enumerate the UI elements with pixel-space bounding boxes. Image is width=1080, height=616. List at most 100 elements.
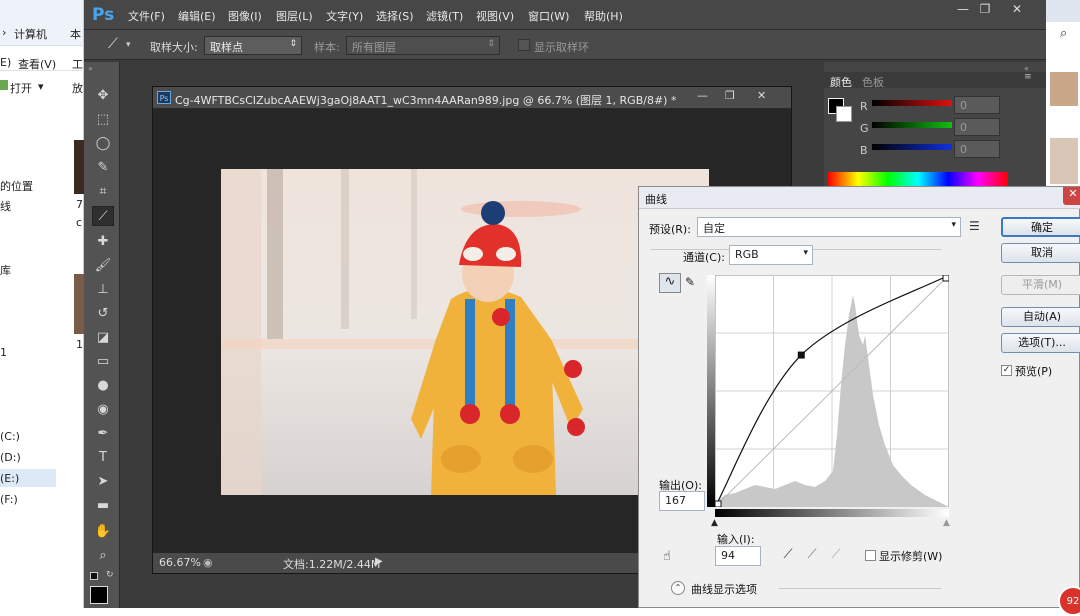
default-colors-icon[interactable]	[90, 572, 98, 580]
channel-r-input[interactable]: 0	[954, 96, 1000, 114]
cancel-button[interactable]: 取消	[1001, 243, 1080, 263]
gray-eyedropper-icon[interactable]: ⟋	[803, 547, 821, 565]
input-input[interactable]: 94	[715, 546, 761, 566]
channel-b-input[interactable]: 0	[954, 140, 1000, 158]
preset-options-icon[interactable]: ☰	[969, 219, 980, 233]
menu-view[interactable]: 视图(V)	[476, 8, 514, 24]
curve-control-point[interactable]	[797, 351, 805, 359]
channel-g-slider[interactable]	[872, 122, 952, 128]
menu-filter[interactable]: 滤镜(T)	[426, 8, 463, 24]
color-spectrum[interactable]	[828, 172, 1008, 186]
foreground-color-swatch[interactable]	[90, 586, 108, 604]
breadcrumb-computer[interactable]: 计算机	[14, 26, 47, 42]
drive-c[interactable]: (C:)	[0, 430, 20, 443]
curves-graph[interactable]	[715, 275, 949, 507]
auto-button[interactable]: 自动(A)	[1001, 307, 1080, 327]
menu-select[interactable]: 选择(S)	[376, 8, 414, 24]
chevron-down-icon[interactable]: ▾	[126, 40, 131, 50]
healing-tool-icon[interactable]: ✚	[92, 232, 114, 252]
thumbnail[interactable]	[74, 140, 84, 194]
tab-swatches[interactable]: 色板	[862, 74, 884, 90]
pen-tool-icon[interactable]: ✒	[92, 424, 114, 444]
bg-color-swatch[interactable]	[836, 106, 852, 122]
shape-tool-icon[interactable]: ▬	[92, 496, 114, 516]
show-ring-checkbox[interactable]	[518, 39, 530, 51]
channel-g-input[interactable]: 0	[954, 118, 1000, 136]
swap-colors-icon[interactable]: ↻	[106, 570, 114, 580]
white-point-slider-icon[interactable]: ▲	[943, 518, 950, 528]
hand-tool-icon[interactable]: ✋	[92, 522, 114, 542]
collapse-icon[interactable]: »	[88, 64, 93, 73]
nav-item-recent[interactable]: 的位置	[0, 178, 33, 194]
eraser-tool-icon[interactable]: ◪	[92, 328, 114, 348]
type-tool-icon[interactable]: T	[92, 448, 114, 468]
open-button[interactable]: 打开	[10, 80, 32, 96]
menu-image[interactable]: 图像(I)	[228, 8, 262, 24]
menu-edit[interactable]: E)	[0, 56, 11, 69]
doc-minimize-button[interactable]: —	[697, 89, 708, 102]
menu-layer[interactable]: 图层(L)	[276, 8, 313, 24]
sample-select[interactable]: 所有图层 ⇕	[346, 36, 500, 55]
output-input[interactable]: 167	[659, 491, 705, 511]
breadcrumb-local[interactable]: 本	[70, 26, 81, 42]
curve-point-tool-icon[interactable]: ∿	[659, 273, 681, 293]
quick-select-tool-icon[interactable]: ✎	[92, 158, 114, 178]
smooth-button[interactable]: 平滑(M)	[1001, 275, 1080, 295]
history-brush-icon[interactable]: ↺	[92, 304, 114, 324]
curve-control-point[interactable]	[942, 275, 949, 282]
stamp-tool-icon[interactable]: ⊥	[92, 280, 114, 300]
status-info-icon[interactable]: ◉	[203, 556, 213, 569]
channel-b-slider[interactable]	[872, 144, 952, 150]
display-options-label[interactable]: 曲线显示选项	[691, 581, 757, 597]
brush-tool-icon[interactable]: 🖌	[92, 256, 114, 276]
notification-badge[interactable]: 92	[1058, 586, 1080, 616]
eyedropper-icon[interactable]: ⟋	[108, 36, 118, 52]
black-point-slider-icon[interactable]: ▲	[711, 518, 718, 528]
search-icon[interactable]: ⌕	[1060, 26, 1067, 41]
black-eyedropper-icon[interactable]: ⟋	[779, 547, 797, 565]
doc-maximize-button[interactable]: ❐	[725, 89, 735, 102]
share-button[interactable]: 放	[72, 80, 83, 96]
thumbnail[interactable]	[74, 274, 84, 334]
dodge-tool-icon[interactable]: ◉	[92, 400, 114, 420]
ok-button[interactable]: 确定	[1001, 217, 1080, 237]
menu-type[interactable]: 文字(Y)	[326, 8, 363, 24]
preset-select[interactable]: 自定 ▾	[697, 217, 961, 237]
nav-item-line[interactable]: 线	[0, 198, 11, 214]
options-button[interactable]: 选项(T)...	[1001, 333, 1080, 353]
nav-item-1[interactable]: 1	[0, 346, 7, 359]
white-eyedropper-icon[interactable]: ⟋	[827, 547, 845, 565]
chevron-down-icon[interactable]: ▾	[38, 80, 44, 93]
channel-r-slider[interactable]	[872, 100, 952, 106]
marquee-tool-icon[interactable]: ⬚	[92, 110, 114, 130]
eyedropper-tool-icon[interactable]: ⟋	[92, 206, 114, 226]
show-clipping-checkbox[interactable]	[865, 550, 876, 561]
drive-f[interactable]: (F:)	[0, 493, 18, 506]
move-tool-icon[interactable]: ✥	[92, 86, 114, 106]
blur-tool-icon[interactable]: ●	[92, 376, 114, 396]
lasso-tool-icon[interactable]: ◯	[92, 134, 114, 154]
gradient-tool-icon[interactable]: ▭	[92, 352, 114, 372]
menu-help[interactable]: 帮助(H)	[584, 8, 623, 24]
tab-color[interactable]: 颜色	[830, 74, 852, 90]
path-select-icon[interactable]: ➤	[92, 472, 114, 492]
panel-menu-icon[interactable]: ≡	[1024, 72, 1032, 82]
maximize-button[interactable]: ❐	[972, 2, 998, 20]
sample-size-select[interactable]: 取样点 ⇕	[204, 36, 302, 55]
target-adjust-hand-icon[interactable]: ☝	[663, 549, 671, 564]
drive-e[interactable]: (E:)	[0, 472, 19, 485]
nav-item-library[interactable]: 库	[0, 262, 11, 278]
menu-file[interactable]: 文件(F)	[128, 8, 165, 24]
drive-d[interactable]: (D:)	[0, 451, 21, 464]
close-button[interactable]: ✕	[1004, 2, 1030, 20]
crop-tool-icon[interactable]: ⌗	[92, 182, 114, 202]
channel-select[interactable]: RGB ▾	[729, 245, 813, 265]
doc-close-button[interactable]: ✕	[757, 89, 766, 102]
expand-options-icon[interactable]: ⌃	[671, 581, 685, 595]
pencil-icon[interactable]: ✎	[685, 275, 695, 289]
curve-control-point[interactable]	[715, 500, 722, 507]
photo-canvas[interactable]	[221, 169, 709, 495]
close-icon[interactable]: ✕	[1063, 187, 1080, 205]
zoom-tool-icon[interactable]: ⌕	[92, 546, 114, 566]
preview-checkbox[interactable]: ✓	[1001, 365, 1012, 376]
